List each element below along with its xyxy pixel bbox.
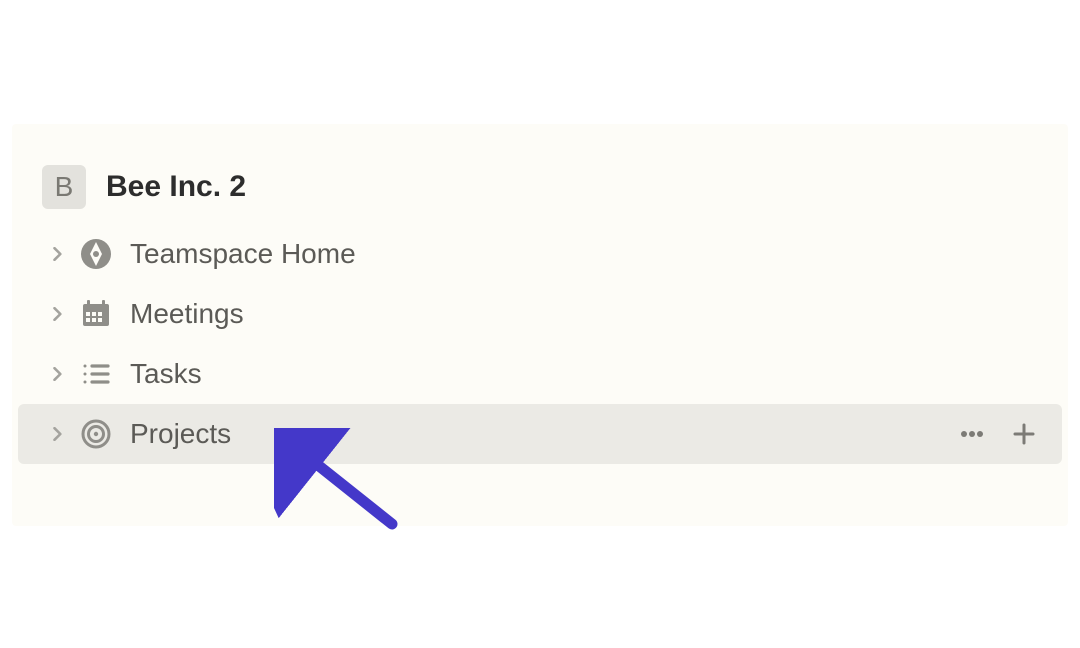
sidebar-item-tasks[interactable]: Tasks	[18, 344, 1062, 404]
sidebar-item-label: Teamspace Home	[130, 238, 1042, 270]
target-icon	[78, 416, 114, 452]
chevron-right-icon[interactable]	[48, 427, 68, 441]
sidebar-item-meetings[interactable]: Meetings	[18, 284, 1062, 344]
sidebar-panel: B Bee Inc. 2 Teamspace Home	[12, 124, 1068, 526]
add-page-button[interactable]	[1006, 416, 1042, 452]
item-actions	[954, 416, 1042, 452]
compass-icon	[78, 236, 114, 272]
sidebar-item-label: Meetings	[130, 298, 1042, 330]
sidebar-item-label: Tasks	[130, 358, 1042, 390]
chevron-right-icon[interactable]	[48, 307, 68, 321]
sidebar-item-projects[interactable]: Projects	[18, 404, 1062, 464]
chevron-right-icon[interactable]	[48, 247, 68, 261]
sidebar-item-teamspace-home[interactable]: Teamspace Home	[18, 224, 1062, 284]
calendar-icon	[78, 296, 114, 332]
chevron-right-icon[interactable]	[48, 367, 68, 381]
sidebar-item-label: Projects	[130, 418, 954, 450]
list-icon	[78, 356, 114, 392]
workspace-title: Bee Inc. 2	[106, 170, 246, 204]
workspace-badge: B	[42, 165, 86, 209]
workspace-header[interactable]: B Bee Inc. 2	[12, 162, 1068, 212]
workspace-badge-letter: B	[55, 171, 74, 203]
more-options-button[interactable]	[954, 416, 990, 452]
